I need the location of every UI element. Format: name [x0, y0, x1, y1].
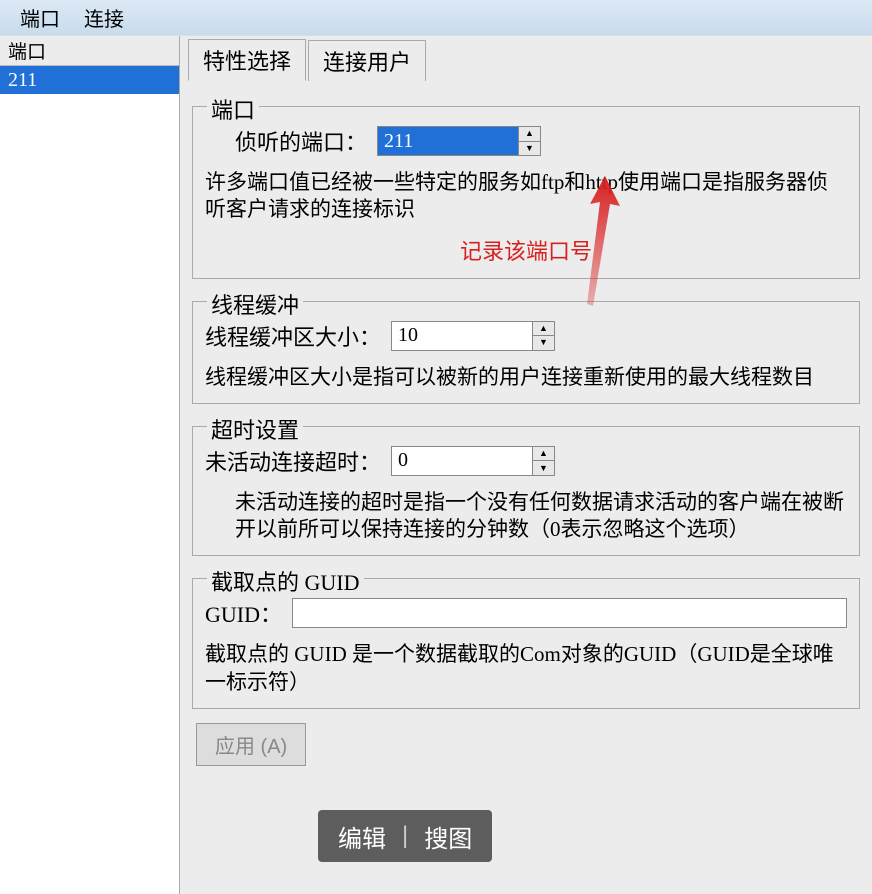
port-spinner-down[interactable]: ▼	[519, 142, 540, 156]
fieldset-timeout: 超时设置 未活动连接超时： ▲ ▼ 未活动连接的超时是指一个没有任何数据请求活动…	[192, 426, 860, 557]
desc-guid: 截取点的 GUID 是一个数据截取的Com对象的GUID（GUID是全球唯一标示…	[205, 641, 847, 696]
sidebar-item-port[interactable]: 211	[0, 66, 179, 94]
sidebar-header: 端口	[0, 36, 179, 66]
buffer-input[interactable]	[392, 322, 532, 350]
content-panel: 特性选择 连接用户 端口 侦听的端口： ▲ ▼ 许多端口值已经被一些特定的服务如…	[180, 36, 872, 894]
floating-toolbar: 编辑 | 搜图	[318, 810, 492, 862]
menu-port[interactable]: 端口	[8, 0, 72, 36]
tab-row: 特性选择 连接用户	[188, 44, 864, 80]
legend-timeout: 超时设置	[207, 413, 303, 445]
legend-buffer: 线程缓冲	[207, 288, 303, 320]
port-input[interactable]	[378, 127, 518, 155]
annotation-port: 记录该端口号	[205, 234, 847, 266]
menubar: 端口 连接	[0, 0, 872, 36]
buffer-spinner-up[interactable]: ▲	[533, 322, 554, 337]
guid-input[interactable]	[292, 598, 847, 628]
desc-timeout: 未活动连接的超时是指一个没有任何数据请求活动的客户端在被断开以前所可以保持连接的…	[235, 489, 847, 544]
timeout-input[interactable]	[392, 447, 532, 475]
toolbar-edit[interactable]: 编辑	[338, 819, 386, 854]
port-spinner-up[interactable]: ▲	[519, 127, 540, 142]
toolbar-search-image[interactable]: 搜图	[424, 819, 472, 854]
toolbar-divider: |	[402, 822, 408, 850]
main-area: 端口 211 特性选择 连接用户 端口 侦听的端口： ▲ ▼ 许多端口值已经被一…	[0, 36, 872, 894]
label-buffer-size: 线程缓冲区大小：	[205, 320, 381, 352]
menu-connect[interactable]: 连接	[72, 0, 136, 36]
sidebar: 端口 211	[0, 36, 180, 894]
label-listen-port: 侦听的端口：	[235, 125, 367, 157]
spinner-timeout[interactable]: ▲ ▼	[391, 446, 555, 476]
desc-port: 许多端口值已经被一些特定的服务如ftp和http使用端口是指服务器侦听客户请求的…	[205, 169, 847, 224]
timeout-spinner-down[interactable]: ▼	[533, 461, 554, 475]
desc-buffer: 线程缓冲区大小是指可以被新的用户连接重新使用的最大线程数目	[205, 364, 847, 391]
timeout-spinner-up[interactable]: ▲	[533, 447, 554, 462]
legend-guid: 截取点的 GUID	[207, 565, 364, 597]
label-guid: GUID：	[205, 597, 282, 629]
spinner-buffer[interactable]: ▲ ▼	[391, 321, 555, 351]
fieldset-guid: 截取点的 GUID GUID： 截取点的 GUID 是一个数据截取的Com对象的…	[192, 578, 860, 709]
fieldset-port: 端口 侦听的端口： ▲ ▼ 许多端口值已经被一些特定的服务如ftp和http使用…	[192, 106, 860, 279]
tab-users[interactable]: 连接用户	[308, 40, 426, 81]
spinner-port[interactable]: ▲ ▼	[377, 126, 541, 156]
apply-button[interactable]: 应用 (A)	[196, 723, 306, 766]
label-timeout: 未活动连接超时：	[205, 445, 381, 477]
fieldset-buffer: 线程缓冲 线程缓冲区大小： ▲ ▼ 线程缓冲区大小是指可以被新的用户连接重新使用…	[192, 301, 860, 404]
legend-port: 端口	[207, 93, 259, 125]
tab-properties[interactable]: 特性选择	[188, 39, 306, 81]
buffer-spinner-down[interactable]: ▼	[533, 336, 554, 350]
